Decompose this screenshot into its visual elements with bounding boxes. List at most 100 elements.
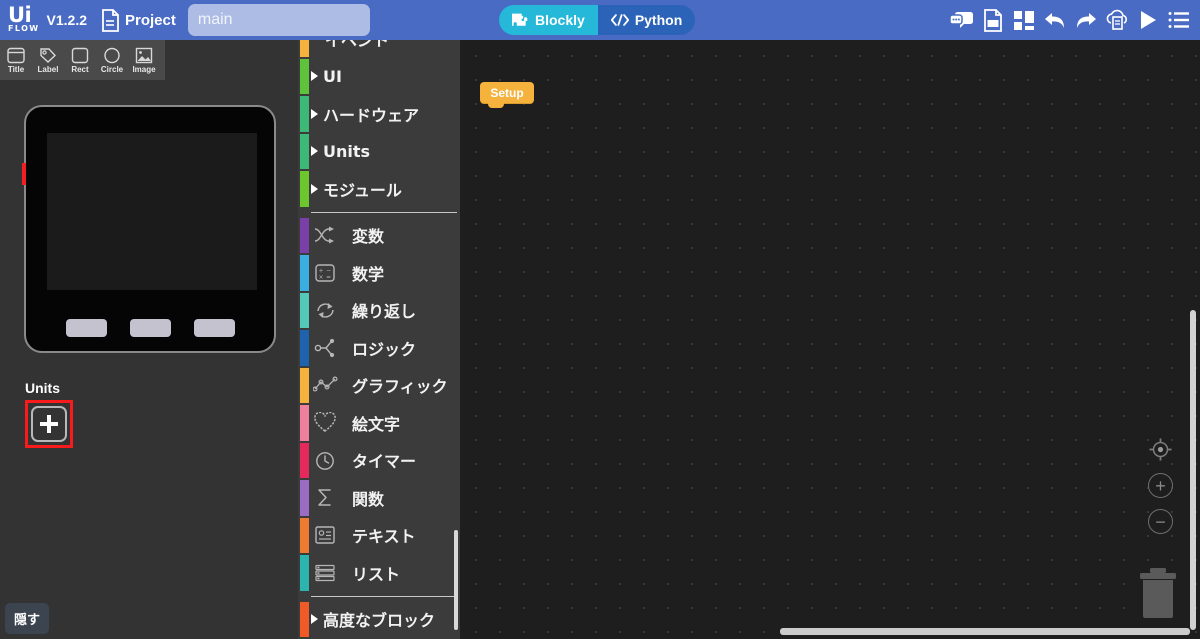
redo-icon[interactable] <box>1073 7 1099 33</box>
widget-toolbar: Title Label Rect Circle Image <box>0 40 165 80</box>
svg-text:×: × <box>318 274 323 281</box>
category-math[interactable]: + − × = 数学 <box>298 254 460 292</box>
category-color-bar <box>300 217 309 253</box>
widget-tool-circle[interactable]: Circle <box>96 41 128 79</box>
block-category-panel: イベント UI ハードウェア Units モジュール 変数 + − × = 数学… <box>298 40 460 639</box>
loop-repeat-icon <box>312 297 338 323</box>
units-section: Units <box>25 380 73 448</box>
category-color-bar <box>300 555 309 591</box>
trash-can-icon[interactable] <box>1138 567 1178 619</box>
top-header: Ui FLOW V1.2.2 Project main Blockly Pyth… <box>0 0 1200 40</box>
run-play-icon[interactable] <box>1135 7 1161 33</box>
device-screen[interactable] <box>47 133 257 290</box>
device-button-b[interactable] <box>129 319 171 337</box>
category-divider <box>311 595 457 597</box>
category-graphics[interactable]: グラフィック <box>298 367 460 405</box>
category-hardware[interactable]: ハードウェア <box>298 95 460 133</box>
category-color-bar <box>300 367 309 403</box>
block-setup[interactable]: Setup <box>480 82 534 103</box>
category-advanced-blocks[interactable]: 高度なブロック <box>298 601 460 639</box>
code-brackets-icon <box>610 13 629 27</box>
category-units[interactable]: Units <box>298 133 460 171</box>
category-text-label: テキスト <box>352 527 416 547</box>
device-button-row <box>26 319 274 337</box>
category-events[interactable]: イベント <box>298 40 460 58</box>
cloud-upload-icon[interactable] <box>1104 7 1130 33</box>
emoji-heart-icon <box>312 410 338 436</box>
category-ui[interactable]: UI <box>298 58 460 96</box>
add-unit-button[interactable] <box>25 400 73 448</box>
category-color-bar <box>300 601 309 637</box>
tab-blockly-label: Blockly <box>535 12 585 28</box>
category-color-bar <box>300 405 309 441</box>
project-label: Project <box>125 11 176 29</box>
undo-icon[interactable] <box>1042 7 1068 33</box>
canvas-vertical-scrollbar[interactable] <box>1190 310 1196 630</box>
widget-tool-title[interactable]: Title <box>0 41 32 79</box>
tag-label-icon <box>39 47 57 64</box>
category-functions[interactable]: 関数 <box>298 479 460 517</box>
category-timer[interactable]: タイマー <box>298 442 460 480</box>
category-color-bar <box>300 58 309 94</box>
chevron-right-icon <box>311 71 318 82</box>
device-led-indicator <box>22 163 26 185</box>
file-document-icon[interactable] <box>980 7 1006 33</box>
category-logic[interactable]: ロジック <box>298 329 460 367</box>
uiflow-app: Ui FLOW V1.2.2 Project main Blockly Pyth… <box>0 0 1200 639</box>
zoom-out-icon[interactable]: − <box>1148 509 1173 534</box>
circle-icon <box>103 47 121 64</box>
timer-clock-icon <box>312 447 338 473</box>
center-target-icon[interactable] <box>1148 437 1173 462</box>
category-modules[interactable]: モジュール <box>298 170 460 208</box>
editor-mode-toggle: Blockly Python <box>499 5 696 35</box>
header-toolbar <box>949 0 1192 40</box>
category-variables[interactable]: 変数 <box>298 217 460 255</box>
category-loops[interactable]: 繰り返し <box>298 292 460 330</box>
widget-tool-label[interactable]: Label <box>32 41 64 79</box>
tab-blockly[interactable]: Blockly <box>499 5 598 35</box>
category-math-label: 数学 <box>352 264 385 284</box>
canvas-horizontal-scrollbar[interactable] <box>780 628 1190 635</box>
category-hardware-label: ハードウェア <box>323 105 420 125</box>
category-timer-label: タイマー <box>352 452 417 472</box>
category-divider <box>311 211 457 213</box>
svg-text:=: = <box>326 274 331 281</box>
category-list[interactable]: リスト <box>298 554 460 592</box>
category-panel-scrollbar[interactable] <box>454 530 458 630</box>
category-ui-label: UI <box>323 66 342 86</box>
project-name-input[interactable]: main <box>187 4 370 36</box>
hide-panel-button[interactable]: 隠す <box>5 603 49 634</box>
category-graphics-label: グラフィック <box>352 377 448 397</box>
widget-tool-image[interactable]: Image <box>128 41 160 79</box>
category-color-bar <box>300 171 309 207</box>
category-color-bar <box>300 40 309 57</box>
chevron-right-icon <box>311 614 318 625</box>
widget-tool-title-label: Title <box>7 64 25 74</box>
widget-tool-image-label: Image <box>132 64 156 74</box>
chat-icon[interactable] <box>949 7 975 33</box>
layout-blocks-icon[interactable] <box>1011 7 1037 33</box>
project-document-icon <box>101 8 120 32</box>
device-button-a[interactable] <box>65 319 107 337</box>
tab-python[interactable]: Python <box>598 5 695 35</box>
blockly-canvas[interactable]: Setup + − <box>460 40 1200 639</box>
logo-ui-text: Ui <box>8 3 32 27</box>
widget-tool-rect[interactable]: Rect <box>64 41 96 79</box>
category-list: イベント UI ハードウェア Units モジュール 変数 + − × = 数学… <box>298 40 460 638</box>
category-emoji-label: 絵文字 <box>352 414 401 434</box>
list-stack-icon <box>312 560 338 586</box>
canvas-zoom-controls: + − <box>1148 437 1173 534</box>
zoom-in-icon[interactable]: + <box>1148 473 1173 498</box>
m5stack-device-preview[interactable] <box>22 105 276 353</box>
text-card-icon <box>312 522 338 548</box>
units-title: Units <box>25 380 60 396</box>
device-button-c[interactable] <box>193 319 235 337</box>
menu-hamburger-icon[interactable] <box>1166 7 1192 33</box>
category-color-bar <box>300 292 309 328</box>
category-color-bar <box>300 517 309 553</box>
version-label: V1.2.2 <box>46 11 87 28</box>
widget-tool-rect-label: Rect <box>71 64 89 74</box>
chevron-right-icon <box>311 146 318 157</box>
category-text[interactable]: テキスト <box>298 517 460 555</box>
category-emoji[interactable]: 絵文字 <box>298 404 460 442</box>
